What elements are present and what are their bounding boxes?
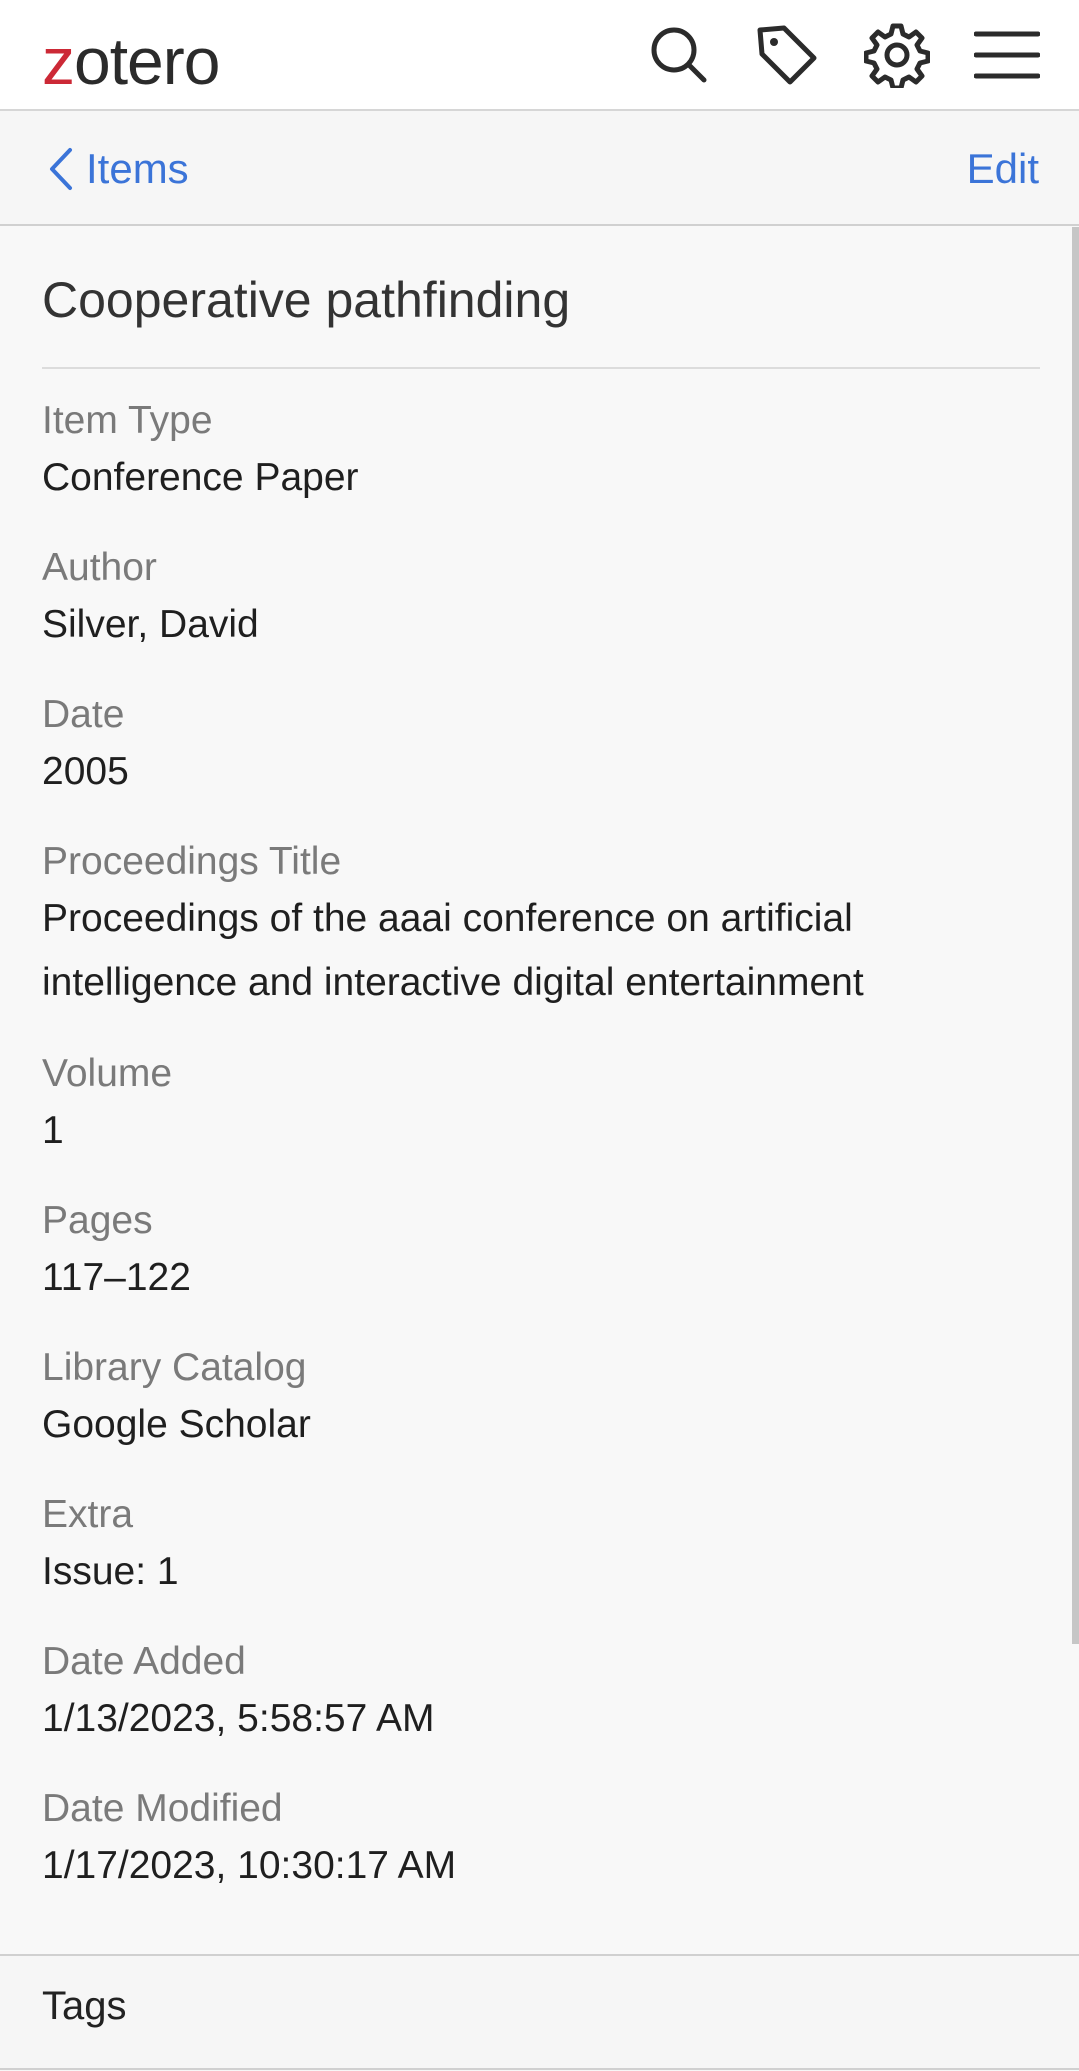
chevron-left-icon [50,148,72,190]
divider [42,367,1040,369]
field-date[interactable]: Date 2005 [42,690,1042,804]
field-extra[interactable]: Extra Issue: 1 [42,1490,1042,1604]
zotero-logo[interactable]: zotero [42,18,220,104]
field-label: Library Catalog [42,1346,307,1389]
search-icon[interactable] [646,22,712,88]
divider [0,2068,1079,2070]
field-label: Item Type [42,399,213,442]
field-value: 1/13/2023, 5:58:57 AM [42,1697,435,1740]
field-value[interactable]: Conference Paper [42,446,1042,510]
field-value-line-2[interactable]: intelligence and interactive digital ent… [42,951,1042,1015]
edit-button[interactable]: Edit [967,139,1039,199]
back-label: Items [86,145,189,192]
field-pages[interactable]: Pages 117–122 [42,1196,1042,1310]
item-title[interactable]: Cooperative pathfinding [42,271,570,329]
field-date-modified: Date Modified 1/17/2023, 10:30:17 AM [42,1784,1042,1898]
field-value[interactable]: 1 [42,1099,1042,1163]
field-label: Volume [42,1052,173,1095]
scrollbar[interactable] [1072,227,1079,1644]
tags-heading: Tags [42,1984,127,2028]
tags-section[interactable]: Tags [0,1954,1079,2071]
field-proceedings-title[interactable]: Proceedings Title Proceedings of the aaa… [42,837,1042,1015]
item-toolbar: Items Edit [0,111,1079,226]
field-value[interactable]: 2005 [42,740,1042,804]
field-author[interactable]: Author Silver, David [42,543,1042,657]
field-date-added: Date Added 1/13/2023, 5:58:57 AM [42,1637,1042,1751]
field-volume[interactable]: Volume 1 [42,1049,1042,1163]
field-label: Proceedings Title [42,840,342,883]
item-details[interactable]: Cooperative pathfinding Item Type Confer… [0,227,1079,1954]
field-value[interactable]: Issue: 1 [42,1540,1042,1604]
field-label: Pages [42,1199,153,1242]
app-header: zotero [0,0,1079,111]
field-label: Extra [42,1493,134,1536]
gear-icon[interactable] [864,22,930,88]
field-value: 1/17/2023, 10:30:17 AM [42,1844,457,1887]
field-label: Author [42,546,157,589]
field-value-line-1[interactable]: Proceedings of the aaai conference on ar… [42,887,1042,951]
field-library-catalog[interactable]: Library Catalog Google Scholar [42,1343,1042,1457]
field-value[interactable]: 117–122 [42,1246,1042,1310]
field-value[interactable]: Silver, David [42,593,1042,657]
back-to-items-button[interactable]: Items [46,139,189,199]
tag-icon[interactable] [754,22,820,88]
field-label: Date Modified [42,1787,283,1830]
field-label: Date Added [42,1640,246,1683]
menu-icon[interactable] [974,22,1040,88]
field-item-type[interactable]: Item Type Conference Paper [42,396,1042,510]
field-label: Date [42,693,125,736]
field-value[interactable]: Google Scholar [42,1393,1042,1457]
